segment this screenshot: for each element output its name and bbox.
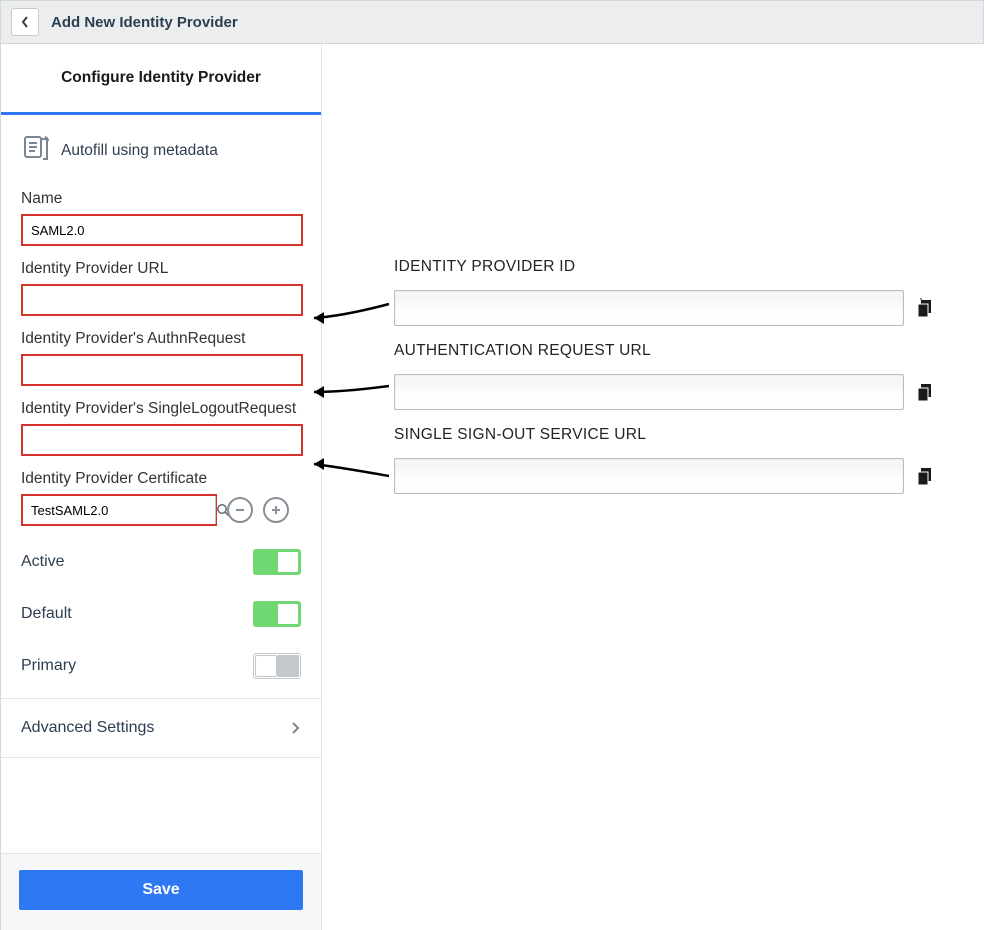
arrow-annotation-icon — [304, 454, 394, 484]
copy-signout-url-button[interactable] — [912, 462, 940, 490]
auth-url-label: AUTHENTICATION REQUEST URL — [394, 342, 940, 360]
authn-label: Identity Provider's AuthnRequest — [21, 330, 301, 348]
copy-idp-id-button[interactable] — [912, 294, 940, 322]
tab-configure-idp[interactable]: Configure Identity Provider — [1, 44, 321, 112]
slo-input[interactable] — [21, 424, 303, 456]
autofill-metadata-link[interactable]: Autofill using metadata — [1, 115, 321, 190]
authn-input[interactable] — [21, 354, 303, 386]
slo-label: Identity Provider's SingleLogoutRequest — [21, 400, 301, 418]
primary-toggle[interactable] — [253, 653, 301, 679]
name-label: Name — [21, 190, 301, 208]
autofill-label: Autofill using metadata — [61, 142, 218, 160]
page-title: Add New Identity Provider — [51, 14, 238, 31]
idp-id-label: IDENTITY PROVIDER ID — [394, 258, 940, 276]
advanced-settings-row[interactable]: Advanced Settings — [1, 698, 321, 758]
chevron-left-icon — [20, 15, 30, 29]
idp-url-input[interactable] — [21, 284, 303, 316]
default-toggle[interactable] — [253, 601, 301, 627]
copy-icon — [916, 382, 936, 402]
active-label: Active — [21, 553, 65, 571]
idp-url-label: Identity Provider URL — [21, 260, 301, 278]
add-cert-button[interactable] — [263, 497, 289, 523]
save-button[interactable]: Save — [19, 870, 303, 910]
chevron-right-icon — [291, 720, 301, 736]
header-bar: Add New Identity Provider — [0, 0, 984, 44]
remove-cert-button[interactable] — [227, 497, 253, 523]
arrow-annotation-icon — [304, 374, 394, 404]
toggle-row-default: Default — [1, 588, 321, 640]
document-metadata-icon — [21, 133, 51, 168]
cert-lookup-field[interactable] — [21, 494, 217, 526]
active-toggle[interactable] — [253, 549, 301, 575]
auth-url-readonly-field[interactable] — [394, 374, 904, 410]
left-panel: Configure Identity Provider Autofill usi… — [0, 44, 322, 930]
idp-id-readonly-field[interactable] — [394, 290, 904, 326]
cert-label: Identity Provider Certificate — [21, 470, 301, 488]
copy-icon — [916, 466, 936, 486]
advanced-settings-label: Advanced Settings — [21, 719, 154, 737]
copy-icon — [916, 298, 936, 318]
plus-icon — [270, 504, 282, 516]
back-button[interactable] — [11, 8, 39, 36]
default-label: Default — [21, 605, 72, 623]
cert-input[interactable] — [23, 496, 215, 524]
primary-label: Primary — [21, 657, 76, 675]
panel-footer: Save — [1, 853, 321, 930]
tab-label: Configure Identity Provider — [61, 69, 261, 87]
toggle-row-primary: Primary — [1, 640, 321, 692]
arrow-annotation-icon — [304, 296, 394, 326]
minus-icon — [234, 504, 246, 516]
right-panel: IDENTITY PROVIDER ID AUTHENTICATION REQU… — [322, 44, 984, 930]
signout-url-label: SINGLE SIGN-OUT SERVICE URL — [394, 426, 940, 444]
name-input[interactable] — [21, 214, 303, 246]
signout-url-readonly-field[interactable] — [394, 458, 904, 494]
copy-auth-url-button[interactable] — [912, 378, 940, 406]
toggle-row-active: Active — [1, 536, 321, 588]
